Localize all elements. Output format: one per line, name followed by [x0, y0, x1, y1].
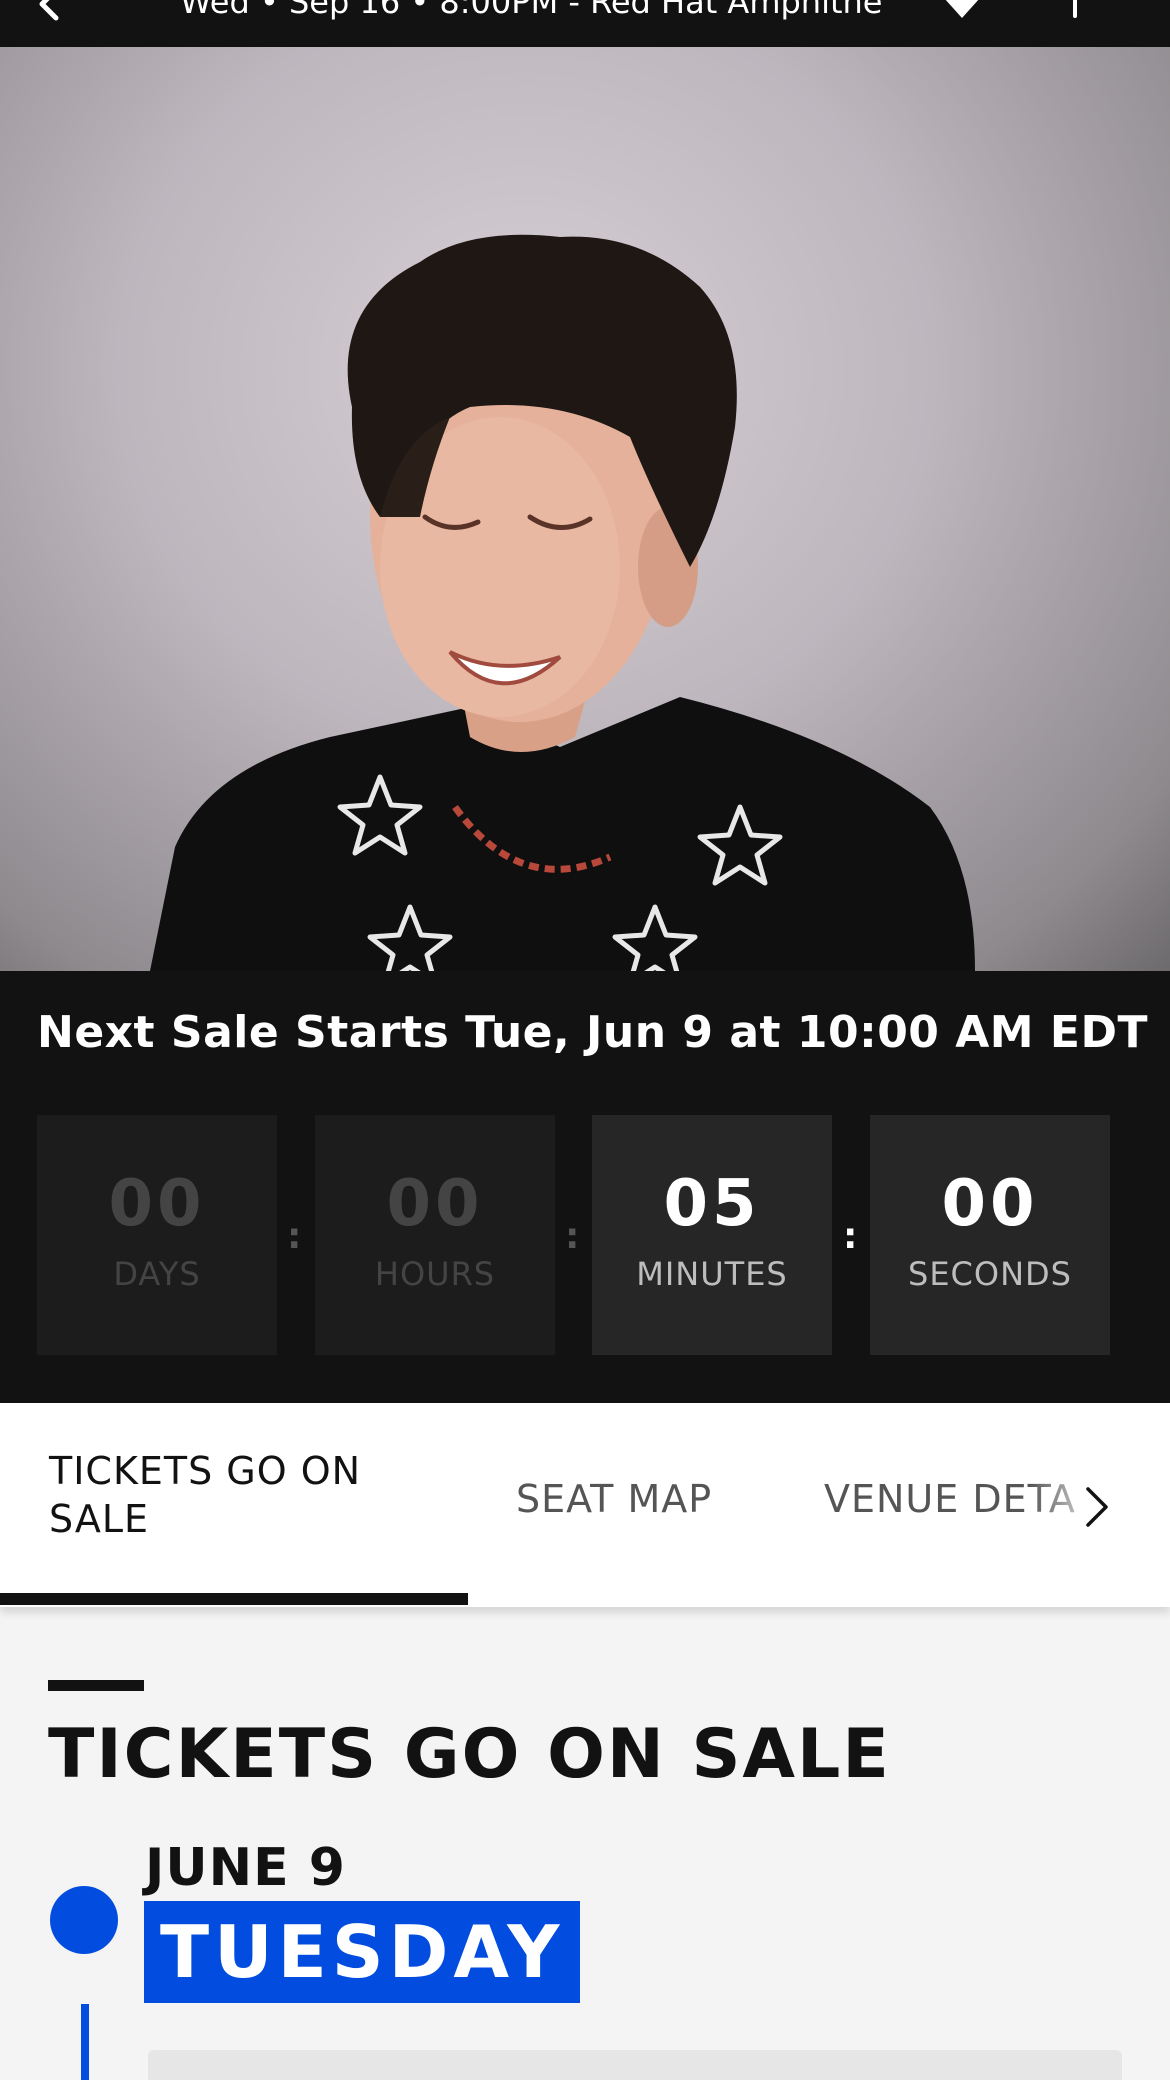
- countdown-separator: :: [565, 1216, 580, 1257]
- heart-icon[interactable]: [940, 0, 984, 20]
- timeline-dot: [50, 1886, 118, 1954]
- countdown-minutes-value: 05: [663, 1167, 761, 1241]
- countdown-minutes: 05 MINUTES: [592, 1115, 832, 1355]
- countdown-days: 00 DAYS: [37, 1115, 277, 1355]
- countdown-separator: :: [287, 1216, 302, 1257]
- sale-panel: Next Sale Starts Tue, Jun 9 at 10:00 AM …: [0, 971, 1170, 1403]
- section-rule: [48, 1680, 144, 1691]
- timeline-line: [81, 2004, 89, 2080]
- tab-bar: TICKETS GO ON SALE SEAT MAP VENUE DETA: [0, 1403, 1170, 1607]
- countdown-seconds-value: 00: [941, 1167, 1039, 1241]
- countdown-seconds: 00 SECONDS: [870, 1115, 1110, 1355]
- sale-date: JUNE 9: [145, 1838, 346, 1898]
- event-subtitle: Wed • Sep 16 • 8:00PM - Red Hat Amphithe: [180, 0, 883, 21]
- performer-photo: [150, 234, 975, 971]
- active-tab-indicator: [0, 1593, 468, 1605]
- countdown-hours-label: HOURS: [374, 1255, 496, 1293]
- countdown-minutes-label: MINUTES: [636, 1255, 788, 1293]
- countdown-days-label: DAYS: [113, 1255, 201, 1293]
- next-sale-heading: Next Sale Starts Tue, Jun 9 at 10:00 AM …: [37, 1007, 1148, 1058]
- tab-tickets-go-on-sale[interactable]: TICKETS GO ON SALE: [49, 1447, 429, 1543]
- countdown-hours-value: 00: [386, 1167, 484, 1241]
- section-title: TICKETS GO ON SALE: [48, 1715, 891, 1794]
- sale-day-badge: TUESDAY: [144, 1901, 581, 2003]
- top-bar: Wed • Sep 16 • 8:00PM - Red Hat Amphithe: [0, 0, 1170, 47]
- hero-image: [0, 47, 1170, 971]
- chevron-right-icon[interactable]: [1082, 1485, 1112, 1529]
- countdown-days-value: 00: [108, 1167, 206, 1241]
- countdown-hours: 00 HOURS: [315, 1115, 555, 1355]
- countdown-seconds-label: SECONDS: [908, 1255, 1072, 1293]
- tab-seat-map[interactable]: SEAT MAP: [516, 1477, 712, 1521]
- sale-card: [148, 2050, 1122, 2080]
- countdown-separator: :: [843, 1216, 858, 1257]
- share-icon[interactable]: [1055, 0, 1095, 20]
- back-chevron-icon[interactable]: [30, 0, 70, 24]
